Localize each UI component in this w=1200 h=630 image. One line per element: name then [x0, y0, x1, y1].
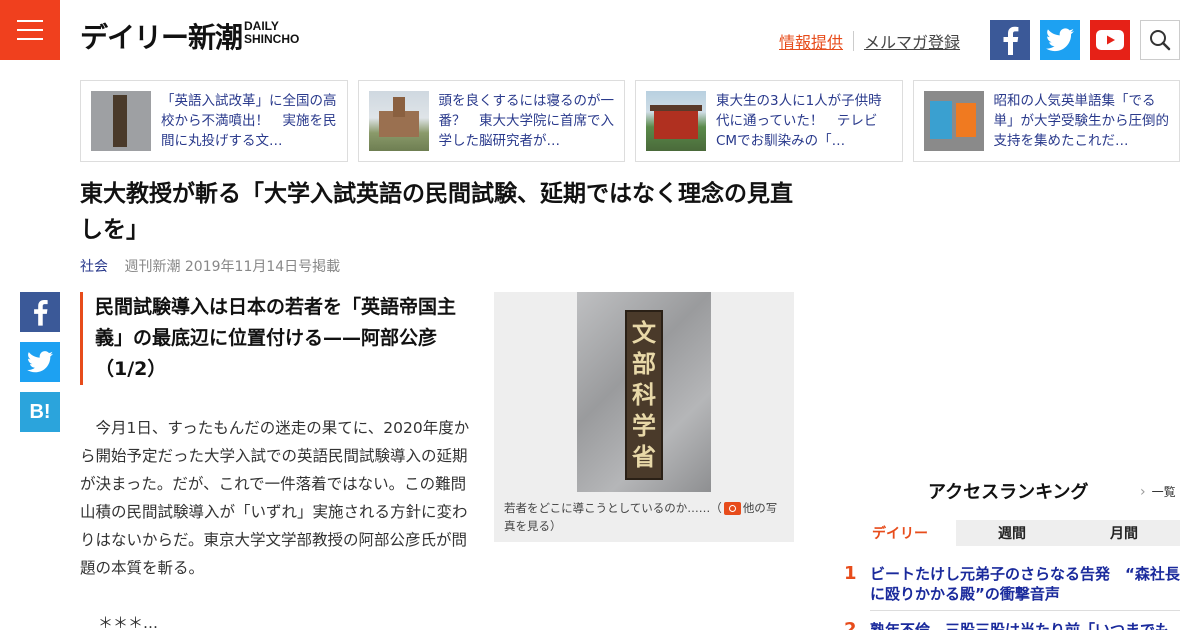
related-thumbnail — [646, 91, 706, 151]
ministry-plaque: 文 部 科 学 省 — [625, 310, 663, 480]
related-title: 「英語入試改革」に全国の高校から不満噴出！ 実施を民間に丸投げする文… — [161, 93, 337, 149]
facebook-icon — [34, 300, 48, 326]
camera-icon — [723, 502, 741, 515]
twitter-icon — [1046, 28, 1074, 52]
ranking-headline: 熟年不倫 三股三股は当たり前「いつまでもSEX — [870, 621, 1171, 630]
tab-monthly[interactable]: 月間 — [1068, 520, 1180, 546]
search-button[interactable] — [1140, 20, 1180, 60]
ranking-item[interactable]: 2 熟年不倫 三股三股は当たり前「いつまでもSEX — [844, 620, 1180, 630]
ranking-title: アクセスランキング — [928, 482, 1089, 503]
related-articles: 「英語入試改革」に全国の高校から不満噴出！ 実施を民間に丸投げする文… 頭を良く… — [80, 80, 1180, 162]
article-figure: 文 部 科 学 省 若者をどこに導こうとしているのか……（ 他の写真を見る） — [494, 292, 794, 542]
twitter-button[interactable] — [1040, 20, 1080, 60]
share-facebook-button[interactable] — [20, 292, 60, 332]
logo-jp: デイリー新潮 — [80, 21, 243, 54]
ranking-headline: ビートたけし元弟子のさらなる告発 “森社長に殴りかかる殿”の衝撃音声 — [870, 564, 1180, 611]
article-body: 今月1日、すったもんだの迷走の果てに、2020年度から開始予定だった大学入試での… — [80, 419, 470, 577]
info-link[interactable]: 情報提供 — [779, 29, 843, 53]
related-card[interactable]: 頭を良くするには寝るのが一番？ 東大大学院に首席で入学した脳研究者が… — [357, 80, 625, 162]
hatena-bookmark-icon: B! — [29, 400, 51, 423]
related-thumbnail — [368, 91, 429, 151]
ranking-tabs: デイリー 週間 月間 — [844, 520, 1180, 546]
tab-weekly[interactable]: 週間 — [956, 520, 1068, 546]
youtube-button[interactable] — [1090, 20, 1130, 60]
menu-icon — [17, 20, 43, 22]
section-break: ＊＊＊… — [98, 614, 159, 630]
menu-button[interactable] — [0, 0, 60, 60]
related-thumbnail — [91, 91, 151, 151]
article-photo[interactable]: 文 部 科 学 省 — [577, 292, 711, 492]
ranking-number: 1 — [844, 563, 857, 584]
related-title: 東大生の3人に1人が子供時代に通っていた！ テレビCMでお馴染みの「… — [716, 93, 882, 149]
ranking-more-link[interactable]: 一覧 — [1140, 483, 1176, 500]
facebook-button[interactable] — [990, 20, 1030, 60]
newsletter-link[interactable]: メルマガ登録 — [864, 29, 960, 53]
youtube-icon — [1096, 30, 1124, 50]
share-hatena-button[interactable]: B! — [20, 392, 60, 432]
article-source: 週刊新潮 2019年11月14日号掲載 — [124, 259, 341, 275]
article-title: 東大教授が斬る「大学入試英語の民間試験、延期ではなく理念の見直しを」 — [80, 181, 793, 243]
article-meta: 社会 週刊新潮 2019年11月14日号掲載 — [80, 256, 340, 276]
article-subtitle: 民間試験導入は日本の若者を「英語帝国主義」の最底辺に位置付ける——阿部公彦（1/… — [80, 292, 476, 385]
header-links: 情報提供 メルマガ登録 — [779, 29, 960, 53]
category-link[interactable]: 社会 — [80, 259, 108, 275]
related-title: 昭和の人気英単語集「でる単」が大学受験生から圧倒的支持を集めたこれだ… — [993, 93, 1170, 149]
ranking-item[interactable]: 1 ビートたけし元弟子のさらなる告発 “森社長に殴りかかる殿”の衝撃音声 — [844, 564, 1180, 611]
logo-en: DAILY SHINCHO — [244, 19, 300, 46]
photo-caption: 若者をどこに導こうとしているのか……（ 他の写真を見る） — [504, 501, 778, 533]
related-card[interactable]: 「英語入試改革」に全国の高校から不満噴出！ 実施を民間に丸投げする文… — [80, 80, 348, 162]
share-twitter-button[interactable] — [20, 342, 60, 382]
related-card[interactable]: 昭和の人気英単語集「でる単」が大学受験生から圧倒的支持を集めたこれだ… — [912, 80, 1180, 162]
search-icon — [1150, 30, 1171, 51]
divider — [853, 31, 855, 51]
related-thumbnail — [923, 91, 984, 151]
tab-daily[interactable]: デイリー — [844, 520, 956, 546]
facebook-icon — [1003, 26, 1019, 55]
ranking-number: 2 — [844, 619, 857, 630]
twitter-icon — [27, 351, 53, 373]
related-title: 頭を良くするには寝るのが一番？ 東大大学院に首席で入学した脳研究者が… — [438, 93, 615, 149]
site-logo[interactable]: デイリー新潮 DAILY SHINCHO — [80, 18, 299, 60]
related-card[interactable]: 東大生の3人に1人が子供時代に通っていた！ テレビCMでお馴染みの「… — [635, 80, 903, 162]
